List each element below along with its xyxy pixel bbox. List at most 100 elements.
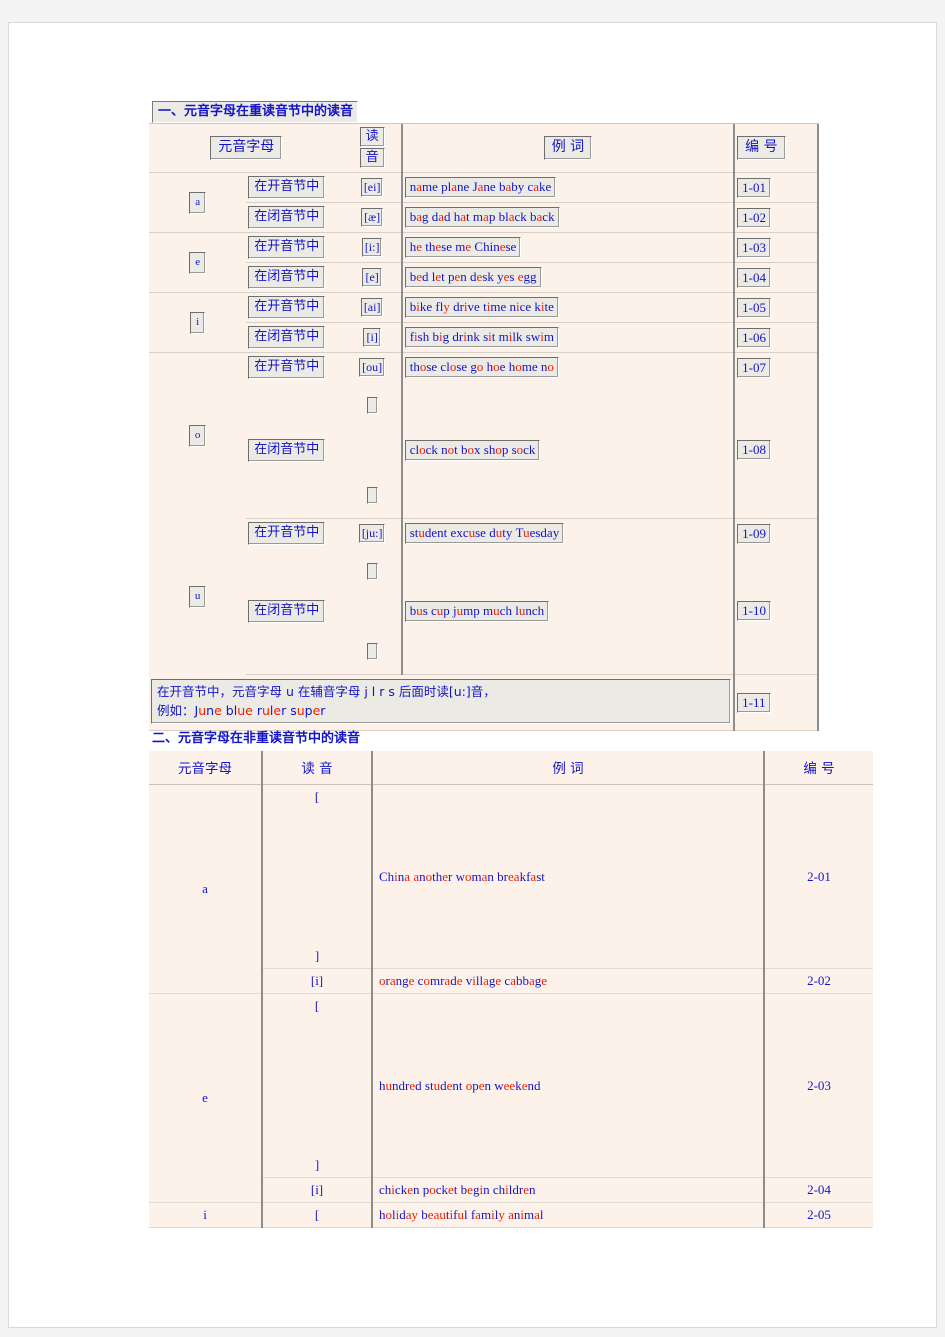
table-row: e [ ] hundred student open weekend 2-03 (149, 993, 873, 1203)
unstressed-syllable-table: 元音字母 读 音 例 词 编 号 a [ ] China another wom… (149, 751, 873, 1228)
examples-cell: China another woman breakfast (372, 784, 765, 969)
header-number: 编 号 (764, 751, 873, 785)
syllable-type-label: 在闭音节中 (248, 266, 326, 289)
ipa-symbol: [ai] (360, 298, 384, 317)
example-words: bag dad hat map black back (404, 207, 560, 228)
table-row: 在闭音节中 [æ] bag dad hat map black back 1-0… (149, 202, 819, 233)
syllable-type-cell: 在闭音节中 (246, 382, 344, 519)
document-content: 一、元音字母在重读音节中的读音 元音字母 读 音 例 词 编 号 a 在开音节中… (149, 101, 873, 1228)
row-number: 2-01 (764, 784, 873, 969)
ipa-cell: [ju:] (343, 518, 403, 548)
ipa-broken-close-bracket (366, 487, 378, 504)
vowel-letter-cell-o: o (149, 353, 246, 519)
examples-cell: chicken pocket begin children (372, 1177, 765, 1203)
row-number: 2-05 (764, 1202, 873, 1228)
syllable-type-cell: 在开音节中 (246, 232, 344, 263)
row-number: 1-03 (737, 237, 772, 258)
table-header-row: 元音字母 读 音 例 词 编 号 (149, 124, 819, 173)
header-pronunciation-cell: 读 音 (343, 124, 403, 173)
examples-cell: bag dad hat map black back (401, 202, 736, 233)
vowel-letter-cell-u: u (149, 519, 246, 675)
example-words: name plane Jane baby cake (404, 177, 557, 198)
header-examples: 例 词 (372, 751, 765, 785)
ipa-cell: [ou] (343, 352, 403, 382)
ipa-bracket-group: [ ] (269, 789, 365, 964)
syllable-type-label: 在闭音节中 (248, 438, 326, 462)
examples-cell: bed let pen desk yes egg (401, 262, 736, 293)
ipa-broken-open-bracket (366, 563, 378, 580)
example-words: he these me Chinese (404, 237, 522, 258)
syllable-type-cell: 在开音节中 (246, 353, 343, 383)
vowel-letter-a: a (149, 784, 263, 994)
ipa-cell: [i:] (343, 232, 403, 263)
ipa-broken-glyph-group (346, 385, 399, 515)
vowel-letter-i: i (190, 311, 206, 334)
ipa-symbol: [i] (262, 968, 373, 994)
syllable-type-cell: 在闭音节中 (246, 262, 344, 293)
vowel-letter-cell-e: e (149, 232, 247, 293)
header-vowel-letter: 元音字母 (149, 751, 263, 785)
number-cell: 1-05 (734, 292, 819, 323)
ipa-open-bracket: [ (314, 789, 320, 804)
ipa-symbol: [ju:] (358, 524, 386, 543)
ipa-open-bracket: [ (262, 1202, 373, 1228)
number-cell: 1-03 (734, 232, 819, 263)
vowel-letter-i: i (149, 1202, 263, 1228)
row-number: 2-03 (764, 993, 873, 1178)
header-number: 编 号 (737, 136, 786, 160)
ipa-symbol: [i] (262, 1177, 373, 1203)
example-words: holiday beautiful family animal (379, 1207, 544, 1222)
example-words: chicken pocket begin children (379, 1182, 536, 1197)
table-row: i 在开音节中 [ai] bike fly drive time nice ki… (149, 292, 819, 353)
row-number: 1-07 (737, 357, 772, 378)
ipa-close-bracket: ] (314, 948, 320, 963)
row-number: 1-09 (737, 523, 772, 544)
syllable-type-cell: 在开音节中 (246, 292, 344, 323)
number-cell: 1-09 (734, 518, 819, 548)
syllable-type-cell: 在开音节中 (246, 519, 343, 549)
table-row: a [ ] China another woman breakfast 2-01 (149, 784, 873, 994)
ipa-cell-broken (343, 382, 403, 519)
syllable-type-cell: 在开音节中 (246, 172, 344, 203)
example-words: orange comrade village cabbage (379, 973, 548, 988)
example-words: bed let pen desk yes egg (404, 267, 542, 288)
table-header-row: 元音字母 读 音 例 词 编 号 (149, 751, 873, 785)
row-number: 2-04 (764, 1177, 873, 1203)
ipa-symbol: [i:] (361, 238, 383, 257)
note-text: 在开音节中，元音字母 u 在辅音字母 j l r s 后面时读[u:]音， 例如… (151, 679, 732, 724)
vowel-letter-cell-i: i (149, 292, 247, 353)
example-words: fish big drink sit milk swim (404, 327, 559, 348)
examples-cell: holiday beautiful family animal (372, 1202, 765, 1228)
syllable-type-label: 在开音节中 (248, 296, 326, 319)
ipa-symbol: [e] (362, 268, 382, 287)
syllable-type-label: 在开音节中 (248, 356, 326, 379)
header-vowel-letter-cell: 元音字母 (149, 124, 344, 173)
row-number: 1-10 (737, 601, 772, 621)
note-number: 1-11 (737, 692, 771, 713)
table-row: 在闭音节中 clock not box shop sock 1-08 (149, 382, 819, 519)
examples-cell: student excuse duty Tuesday (401, 518, 736, 548)
note-line-2-prefix: 例如： (157, 703, 195, 718)
row-number: 2-02 (764, 968, 873, 994)
examples-cell: clock not box shop sock (401, 382, 736, 519)
table-row: o 在开音节中 [ou] those close go hoe home no … (149, 352, 819, 447)
number-cell: 1-01 (734, 172, 819, 203)
example-words: those close go hoe home no (404, 357, 559, 378)
ipa-cell: [i] (343, 322, 403, 353)
row-number: 1-08 (737, 440, 772, 460)
ipa-cell: [ei] (343, 172, 403, 203)
syllable-type-label: 在闭音节中 (248, 599, 326, 623)
header-vowel-letter: 元音字母 (210, 136, 283, 160)
syllable-type-label: 在开音节中 (248, 522, 326, 545)
row-number: 1-04 (737, 267, 772, 288)
example-words: bus cup jump much lunch (404, 600, 550, 622)
note-row: 在开音节中，元音字母 u 在辅音字母 j l r s 后面时读[u:]音， 例如… (149, 674, 819, 731)
header-examples: 例 词 (543, 136, 593, 160)
number-cell: 1-04 (734, 262, 819, 293)
note-cell: 在开音节中，元音字母 u 在辅音字母 j l r s 后面时读[u:]音， 例如… (149, 674, 736, 731)
examples-cell: he these me Chinese (401, 232, 736, 263)
number-cell: 1-02 (734, 202, 819, 233)
ipa-symbol: [æ] (361, 208, 384, 227)
syllable-type-cell: 在闭音节中 (246, 202, 344, 233)
header-pronunciation-bottom: 音 (359, 148, 385, 168)
